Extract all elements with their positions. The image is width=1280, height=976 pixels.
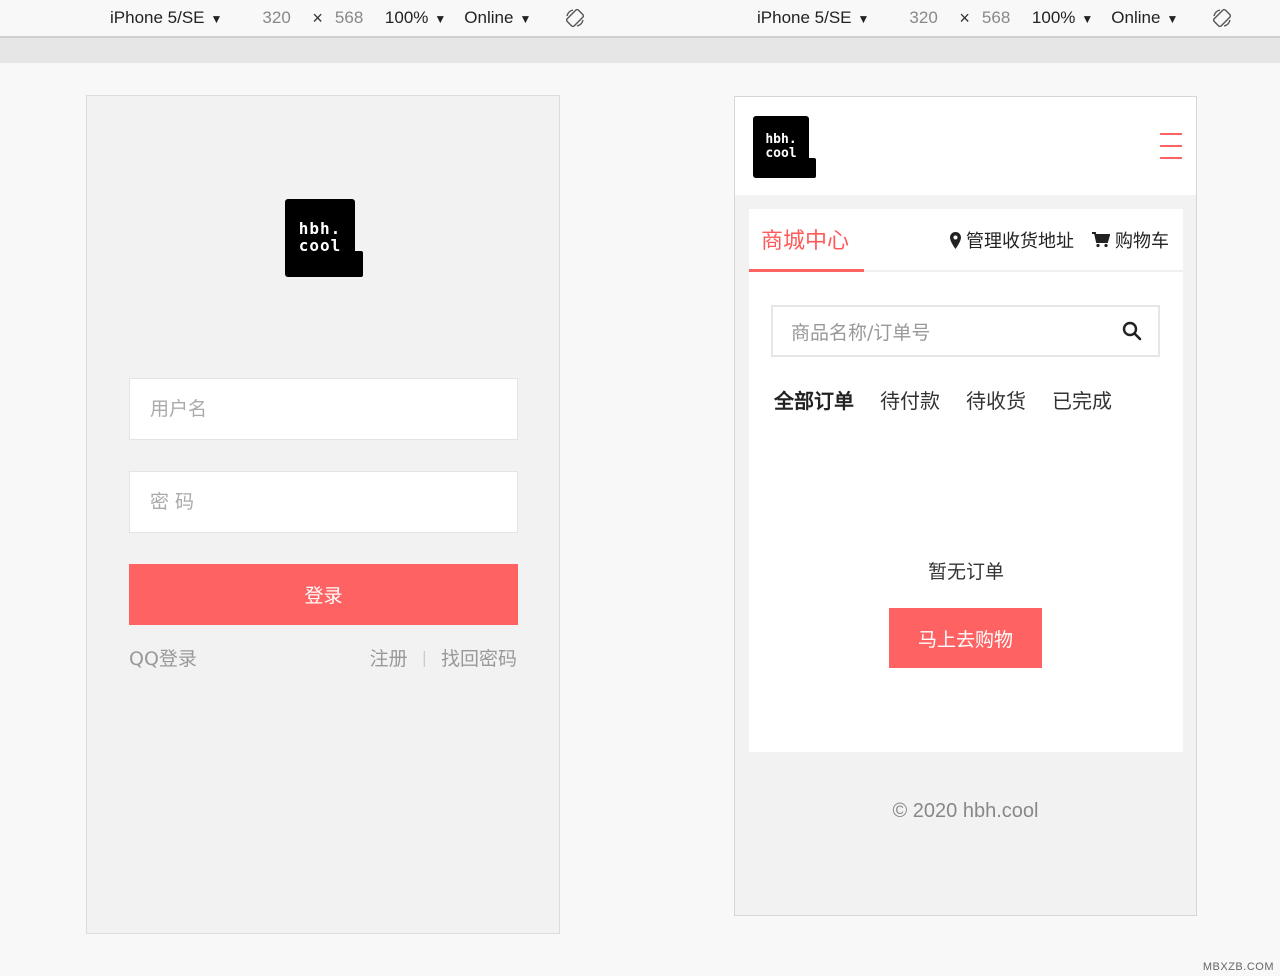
network-label: Online xyxy=(1111,8,1161,27)
cart-icon xyxy=(1092,232,1110,248)
site-footer: © 2020 hbh.cool xyxy=(892,800,1039,822)
zoom-select[interactable]: 100% ▼ xyxy=(385,8,446,28)
menu-line xyxy=(1160,133,1182,135)
times-icon: × xyxy=(959,7,970,28)
brand-logo: hbh. cool xyxy=(285,199,363,277)
link-separator: | xyxy=(421,648,427,667)
menu-line xyxy=(1160,157,1182,159)
username-input[interactable] xyxy=(129,378,518,440)
network-select[interactable]: Online ▼ xyxy=(464,8,531,28)
device-select[interactable]: iPhone 5/SE ▼ xyxy=(757,8,869,28)
site-header: hbh. cool xyxy=(735,97,1196,195)
caret-down-icon: ▼ xyxy=(434,11,447,26)
account-links: 注册 | 找回密码 xyxy=(370,644,517,671)
device-label: iPhone 5/SE xyxy=(757,8,852,27)
hamburger-menu-icon[interactable] xyxy=(1160,133,1182,159)
tab-shop-center[interactable]: 商城中心 xyxy=(749,209,864,272)
zoom-label: 100% xyxy=(1031,8,1076,27)
cart-label: 购物车 xyxy=(1115,231,1169,252)
watermark: MBXZB.COM xyxy=(1202,961,1274,973)
zoom-label: 100% xyxy=(384,8,429,27)
network-select[interactable]: Online ▼ xyxy=(1111,8,1178,28)
devtools-toolbar-left: iPhone 5/SE ▼ 320 × 568 100% ▼ Online ▼ xyxy=(110,0,585,36)
tab-all-orders[interactable]: 全部订单 xyxy=(774,385,854,414)
network-label: Online xyxy=(464,8,514,27)
tab-pending-payment[interactable]: 待付款 xyxy=(880,385,940,414)
menu-line xyxy=(1160,145,1182,147)
tab-pending-receipt[interactable]: 待收货 xyxy=(966,385,1026,414)
orders-card: 商城中心 管理收货地址 购物车 商品名称/订单号 全部订单 待付款 待收货 已完… xyxy=(749,209,1183,752)
cart-link[interactable]: 购物车 xyxy=(1092,227,1169,253)
search-input[interactable]: 商品名称/订单号 xyxy=(771,305,1160,357)
qq-login-link[interactable]: QQ登录 xyxy=(129,644,197,671)
header-links: 管理收货地址 购物车 xyxy=(932,227,1169,253)
forgot-password-link[interactable]: 找回密码 xyxy=(441,644,517,671)
password-input[interactable] xyxy=(129,471,518,533)
times-icon: × xyxy=(312,7,323,28)
map-pin-icon xyxy=(950,231,961,249)
devtools-ruler xyxy=(0,38,1280,63)
manage-address-link[interactable]: 管理收货地址 xyxy=(950,227,1074,253)
zoom-select[interactable]: 100% ▼ xyxy=(1032,8,1093,28)
caret-down-icon: ▼ xyxy=(519,11,532,26)
brand-logo[interactable]: hbh. cool xyxy=(753,116,816,178)
shop-tabs: 商城中心 管理收货地址 购物车 xyxy=(749,209,1183,272)
logo-tab xyxy=(349,251,363,277)
login-button[interactable]: 登录 xyxy=(129,564,518,625)
device-label: iPhone 5/SE xyxy=(110,8,205,27)
logo-tab xyxy=(804,158,816,178)
caret-down-icon: ▼ xyxy=(1081,11,1094,26)
logo-text-line1: hbh. xyxy=(765,132,797,148)
register-link[interactable]: 注册 xyxy=(370,644,408,671)
empty-orders-message: 暂无订单 xyxy=(927,561,1004,583)
device-select[interactable]: iPhone 5/SE ▼ xyxy=(110,8,222,28)
login-viewport: hbh. cool 登录 QQ登录 注册 | 找回密码 xyxy=(86,95,560,934)
search-icon[interactable] xyxy=(1122,321,1142,341)
height-input[interactable]: 568 xyxy=(982,8,1022,28)
rotate-icon[interactable] xyxy=(1212,8,1232,28)
caret-down-icon: ▼ xyxy=(210,11,223,26)
logo-text-line2: cool xyxy=(765,146,797,161)
height-input[interactable]: 568 xyxy=(335,8,375,28)
caret-down-icon: ▼ xyxy=(857,11,870,26)
width-input[interactable]: 320 xyxy=(909,8,949,28)
rotate-icon[interactable] xyxy=(565,8,585,28)
width-input[interactable]: 320 xyxy=(262,8,302,28)
shop-viewport: hbh. cool 商城中心 管理收货地址 购物车 商品名称/订单号 全部订单 … xyxy=(734,96,1197,916)
go-shopping-button[interactable]: 马上去购物 xyxy=(889,608,1042,668)
search-placeholder: 商品名称/订单号 xyxy=(791,321,931,344)
devtools-toolbar-right: iPhone 5/SE ▼ 320 × 568 100% ▼ Online ▼ xyxy=(757,0,1232,36)
tab-completed[interactable]: 已完成 xyxy=(1052,385,1112,414)
caret-down-icon: ▼ xyxy=(1166,11,1179,26)
order-filter-tabs: 全部订单 待付款 待收货 已完成 xyxy=(774,385,1138,414)
logo-text-line2: cool xyxy=(298,236,342,255)
manage-address-label: 管理收货地址 xyxy=(966,231,1074,252)
